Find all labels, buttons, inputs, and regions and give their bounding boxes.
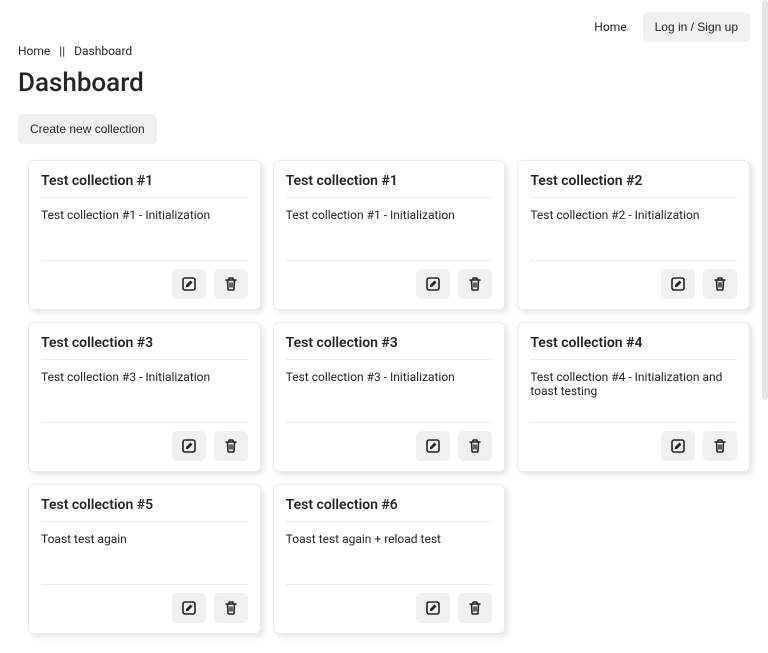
card-actions	[286, 584, 493, 623]
card-actions	[41, 422, 248, 461]
collection-title[interactable]: Test collection #1	[286, 173, 493, 198]
scrollbar-thumb[interactable]	[762, 0, 768, 400]
collection-title[interactable]: Test collection #1	[41, 173, 248, 198]
edit-icon	[670, 276, 686, 292]
collection-title[interactable]: Test collection #3	[286, 335, 493, 360]
edit-button[interactable]	[416, 269, 450, 299]
collection-title[interactable]: Test collection #6	[286, 497, 493, 522]
collections-grid: Test collection #1Test collection #1 - I…	[0, 148, 768, 652]
nav-home-link[interactable]: Home	[594, 20, 626, 34]
trash-icon	[467, 600, 483, 616]
delete-button[interactable]	[703, 431, 737, 461]
edit-icon	[181, 600, 197, 616]
delete-button[interactable]	[214, 431, 248, 461]
edit-button[interactable]	[172, 269, 206, 299]
delete-button[interactable]	[214, 593, 248, 623]
collection-description: Toast test again + reload test	[286, 522, 493, 584]
card-actions	[530, 422, 737, 461]
trash-icon	[223, 276, 239, 292]
collection-card: Test collection #2Test collection #2 - I…	[517, 160, 750, 310]
edit-icon	[670, 438, 686, 454]
edit-button[interactable]	[416, 431, 450, 461]
page-title: Dashboard	[0, 58, 768, 98]
breadcrumb: Home || Dashboard	[0, 42, 768, 58]
edit-icon	[181, 276, 197, 292]
scrollbar-track	[762, 0, 768, 653]
collection-title[interactable]: Test collection #4	[530, 335, 737, 360]
edit-button[interactable]	[416, 593, 450, 623]
delete-button[interactable]	[458, 431, 492, 461]
delete-button[interactable]	[214, 269, 248, 299]
top-nav: Home Log in / Sign up	[0, 0, 768, 42]
login-signup-button[interactable]: Log in / Sign up	[643, 12, 750, 42]
card-actions	[41, 260, 248, 299]
trash-icon	[712, 276, 728, 292]
trash-icon	[467, 438, 483, 454]
edit-button[interactable]	[661, 431, 695, 461]
edit-icon	[425, 276, 441, 292]
collection-description: Test collection #1 - Initialization	[286, 198, 493, 260]
collection-card: Test collection #6Toast test again + rel…	[273, 484, 506, 634]
collection-description: Test collection #1 - Initialization	[41, 198, 248, 260]
create-row: Create new collection	[0, 98, 768, 148]
collection-description: Test collection #2 - Initialization	[530, 198, 737, 260]
collection-card: Test collection #5Toast test again	[28, 484, 261, 634]
collection-title[interactable]: Test collection #5	[41, 497, 248, 522]
breadcrumb-separator: ||	[59, 44, 65, 58]
collection-card: Test collection #1Test collection #1 - I…	[273, 160, 506, 310]
delete-button[interactable]	[458, 593, 492, 623]
collection-title[interactable]: Test collection #3	[41, 335, 248, 360]
card-actions	[286, 260, 493, 299]
collection-card: Test collection #1Test collection #1 - I…	[28, 160, 261, 310]
breadcrumb-home[interactable]: Home	[18, 44, 50, 58]
collection-description: Toast test again	[41, 522, 248, 584]
edit-icon	[181, 438, 197, 454]
edit-icon	[425, 600, 441, 616]
collection-description: Test collection #3 - Initialization	[41, 360, 248, 422]
delete-button[interactable]	[703, 269, 737, 299]
card-actions	[530, 260, 737, 299]
delete-button[interactable]	[458, 269, 492, 299]
edit-button[interactable]	[661, 269, 695, 299]
collection-card: Test collection #3Test collection #3 - I…	[273, 322, 506, 472]
trash-icon	[223, 438, 239, 454]
create-collection-button[interactable]: Create new collection	[18, 114, 157, 144]
card-actions	[286, 422, 493, 461]
trash-icon	[223, 600, 239, 616]
collection-description: Test collection #3 - Initialization	[286, 360, 493, 422]
collection-description: Test collection #4 - Initialization and …	[530, 360, 737, 422]
breadcrumb-current[interactable]: Dashboard	[74, 44, 132, 58]
collection-card: Test collection #3Test collection #3 - I…	[28, 322, 261, 472]
edit-icon	[425, 438, 441, 454]
collection-card: Test collection #4Test collection #4 - I…	[517, 322, 750, 472]
edit-button[interactable]	[172, 431, 206, 461]
edit-button[interactable]	[172, 593, 206, 623]
trash-icon	[467, 276, 483, 292]
card-actions	[41, 584, 248, 623]
collection-title[interactable]: Test collection #2	[530, 173, 737, 198]
trash-icon	[712, 438, 728, 454]
